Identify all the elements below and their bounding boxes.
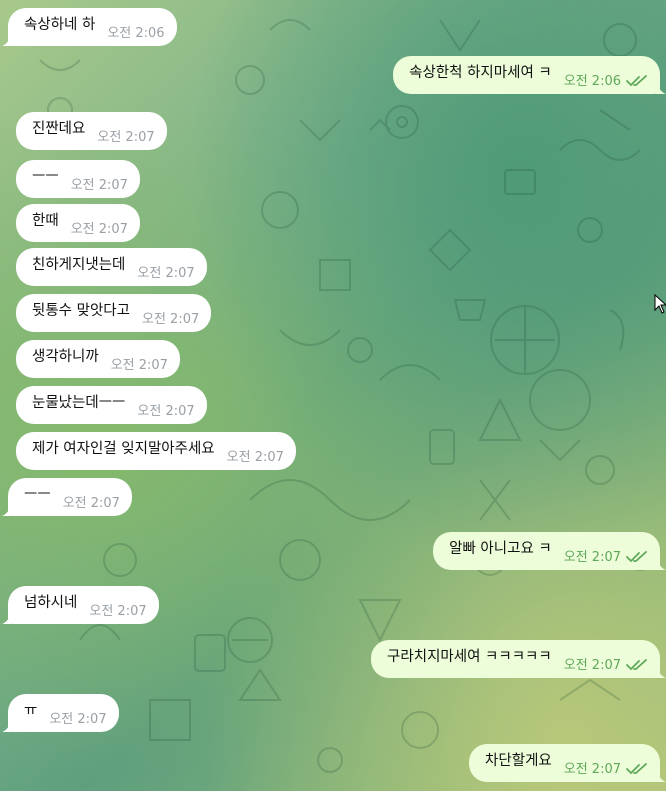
incoming-message[interactable]: 제가 여자인걸 잊지말아주세요오전 2:07 [16,432,296,470]
message-time-text: 오전 2:07 [97,130,155,145]
double-check-read-icon [626,75,647,86]
message-text: 한때 [32,213,59,229]
message-bubble[interactable]: 속상하네 하오전 2:06 [8,8,177,46]
message-bubble[interactable]: 구라치지마세여 ㅋㅋㅋㅋㅋ 오전 2:07 [371,640,660,678]
message-timestamp: 오전 2:07 [227,451,284,470]
message-time-text: 오전 2:07 [563,658,621,673]
message-timestamp: 오전 2:07 [564,763,648,782]
message-time-text: 오전 2:07 [62,496,120,511]
message-bubble[interactable]: 생각하니까오전 2:07 [16,340,180,378]
message-time-text: 오전 2:07 [563,550,621,565]
message-timestamp: 오전 2:07 [89,605,146,624]
message-text: 알빠 아니고요 ㅋ [449,541,552,557]
message-text: 제가 여자인걸 잊지말아주세요 [32,441,215,457]
message-bubble[interactable]: ㅠ 오전 2:07 [8,694,119,732]
message-timestamp: 오전 2:07 [564,659,648,678]
incoming-message[interactable]: 속상하네 하오전 2:06 [2,8,177,46]
incoming-message[interactable]: 뒷통수 맞앗다고오전 2:07 [16,294,212,332]
message-timestamp: 오전 2:07 [71,223,128,242]
message-text: 뒷통수 맞앗다고 [32,303,130,319]
message-text: 구라치지마세여 ㅋㅋㅋㅋㅋ [387,649,552,665]
double-check-read-icon [626,763,647,774]
message-time-text: 오전 2:07 [137,266,195,281]
message-text: ㅠ [24,703,38,719]
message-text: 생각하니까 [32,349,99,365]
incoming-message[interactable]: ㅠ 오전 2:07 [2,694,119,732]
message-bubble[interactable]: ㅡㅡ 오전 2:07 [16,160,140,198]
message-timestamp: 오전 2:07 [71,179,128,198]
message-bubble[interactable]: 알빠 아니고요 ㅋ 오전 2:07 [433,532,660,570]
message-bubble[interactable]: 넘하시네오전 2:07 [8,586,159,624]
incoming-message[interactable]: 넘하시네오전 2:07 [2,586,159,624]
incoming-message[interactable]: 진짠데요오전 2:07 [16,112,167,150]
mouse-cursor-icon [654,294,666,314]
message-timestamp: 오전 2:07 [564,551,648,570]
message-time-text: 오전 2:06 [563,74,621,89]
message-time-text: 오전 2:07 [70,222,128,237]
message-timestamp: 오전 2:06 [107,27,164,46]
incoming-message[interactable]: 한때오전 2:07 [16,204,140,242]
message-timestamp: 오전 2:07 [142,313,199,332]
incoming-message[interactable]: 눈물났는데ㅡㅡ 오전 2:07 [16,386,207,424]
bubble-tail [2,720,12,732]
incoming-message[interactable]: 생각하니까오전 2:07 [16,340,180,378]
outgoing-message[interactable]: 속상한척 하지마세여 ㅋ 오전 2:06 [393,56,666,94]
message-timestamp: 오전 2:07 [63,497,120,516]
message-time-text: 오전 2:07 [49,712,107,727]
message-text: 속상한척 하지마세여 ㅋ [409,65,552,81]
message-text: 친하게지냇는데 [32,257,126,273]
message-bubble[interactable]: 눈물났는데ㅡㅡ 오전 2:07 [16,386,207,424]
outgoing-message[interactable]: 알빠 아니고요 ㅋ 오전 2:07 [433,532,666,570]
outgoing-message[interactable]: 구라치지마세여 ㅋㅋㅋㅋㅋ 오전 2:07 [371,640,666,678]
bubble-tail [656,82,666,94]
message-timestamp: 오전 2:07 [97,131,154,150]
message-timestamp: 오전 2:07 [49,713,106,732]
message-bubble[interactable]: 제가 여자인걸 잊지말아주세요오전 2:07 [16,432,296,470]
message-list[interactable]: 속상하네 하 오전 2:06 속상한척 하지마세여 ㅋ 오전 2:06 진짠데요 오전 2… [0,0,666,791]
message-text: 눈물났는데ㅡㅡ [32,395,126,411]
message-timestamp: 오전 2:07 [137,267,194,286]
message-time-text: 오전 2:07 [89,604,147,619]
double-check-read-icon [626,551,647,562]
message-text: 진짠데요 [32,121,86,137]
message-text: ㅡㅡ [24,487,51,503]
message-bubble[interactable]: 한때오전 2:07 [16,204,140,242]
bubble-tail [2,504,12,516]
message-time-text: 오전 2:07 [563,762,621,777]
message-time-text: 오전 2:07 [142,312,200,327]
incoming-message[interactable]: ㅡㅡ 오전 2:07 [16,160,140,198]
bubble-tail [656,770,666,782]
message-text: 넘하시네 [24,595,78,611]
message-bubble[interactable]: 차단할게요오전 2:07 [469,744,660,782]
message-timestamp: 오전 2:07 [137,405,194,424]
bubble-tail [656,558,666,570]
message-time-text: 오전 2:06 [107,26,165,41]
message-timestamp: 오전 2:07 [111,359,168,378]
message-time-text: 오전 2:07 [110,358,168,373]
message-timestamp: 오전 2:06 [564,75,648,94]
incoming-message[interactable]: ㅡㅡ 오전 2:07 [2,478,132,516]
message-text: ㅡㅡ [32,169,59,185]
message-bubble[interactable]: 뒷통수 맞앗다고오전 2:07 [16,294,212,332]
outgoing-message[interactable]: 차단할게요오전 2:07 [469,744,666,782]
message-time-text: 오전 2:07 [226,450,284,465]
bubble-tail [2,34,12,46]
message-bubble[interactable]: 속상한척 하지마세여 ㅋ 오전 2:06 [393,56,660,94]
message-time-text: 오전 2:07 [137,404,195,419]
message-text: 속상하네 하 [24,17,96,33]
bubble-tail [2,612,12,624]
message-bubble[interactable]: 친하게지냇는데오전 2:07 [16,248,207,286]
message-text: 차단할게요 [485,753,552,769]
message-bubble[interactable]: 진짠데요오전 2:07 [16,112,167,150]
message-bubble[interactable]: ㅡㅡ 오전 2:07 [8,478,132,516]
message-time-text: 오전 2:07 [70,178,128,193]
double-check-read-icon [626,659,647,670]
bubble-tail [656,666,666,678]
incoming-message[interactable]: 친하게지냇는데오전 2:07 [16,248,207,286]
